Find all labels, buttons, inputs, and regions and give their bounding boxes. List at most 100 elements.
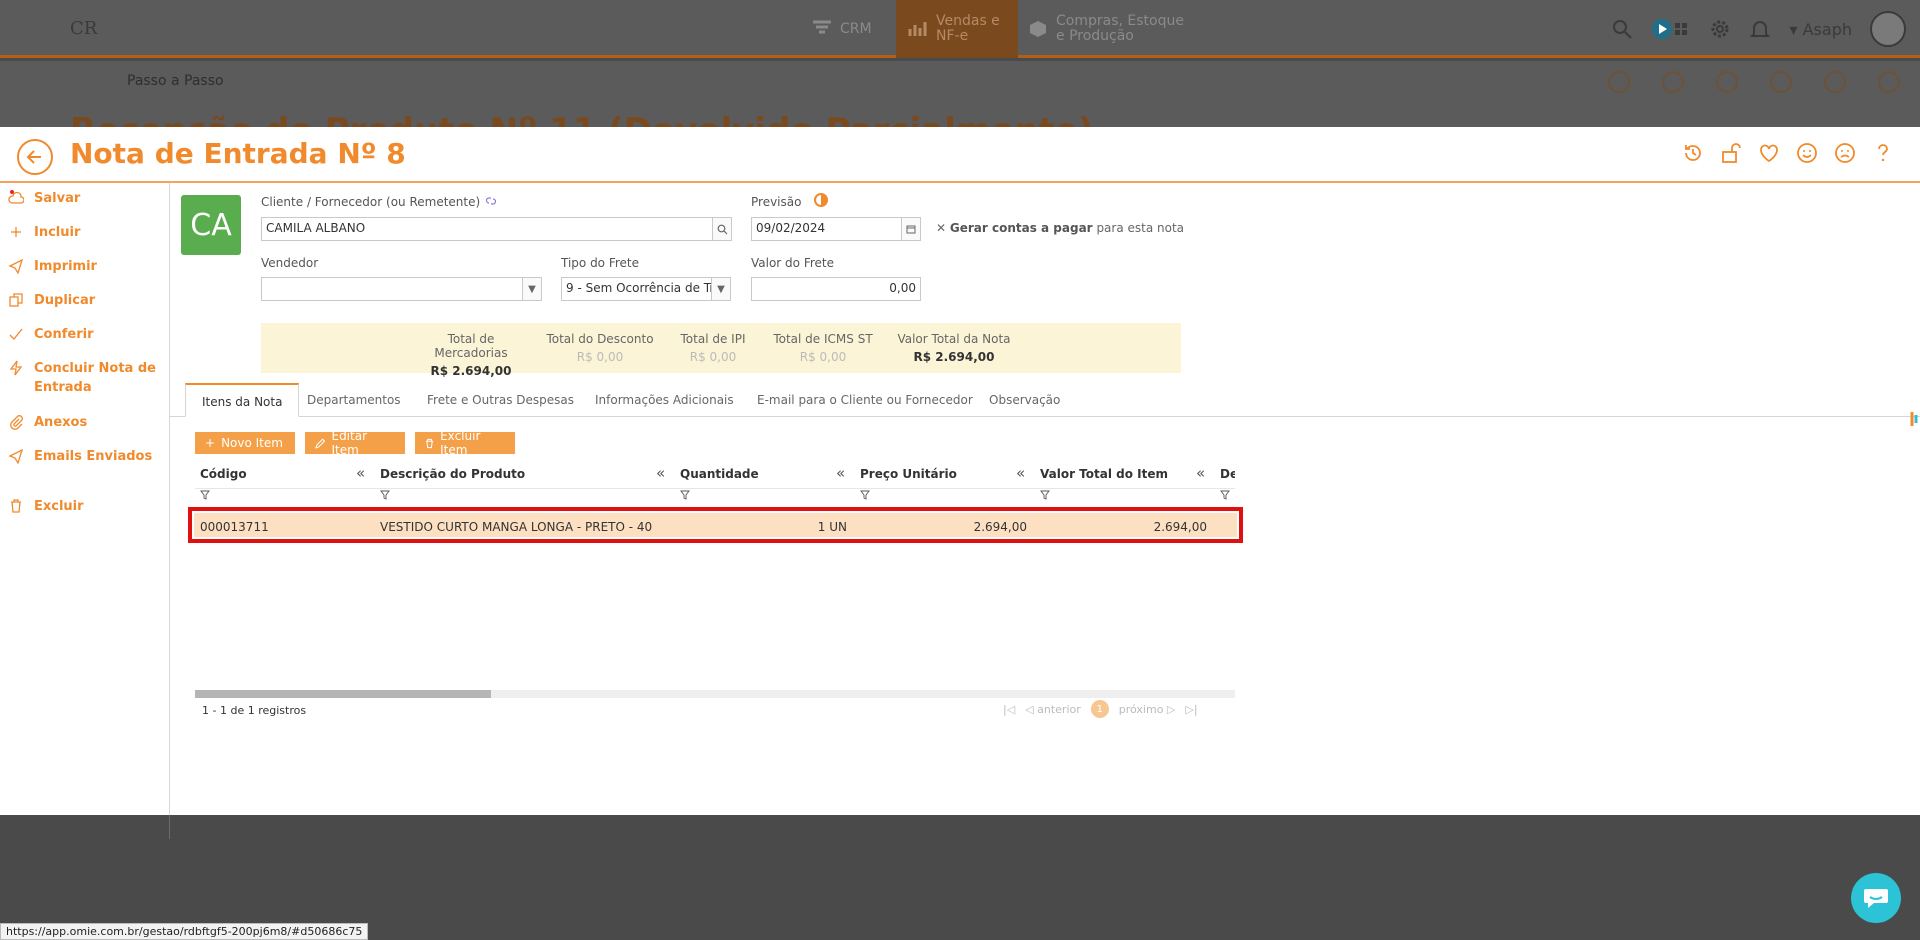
half-circle-icon[interactable] — [814, 193, 828, 207]
novo-item-button[interactable]: + Novo Item — [195, 432, 295, 454]
unlock-icon[interactable] — [1720, 142, 1742, 164]
frete-label: Tipo do Frete — [561, 256, 640, 270]
next-page-label: próximo — [1118, 702, 1164, 716]
app-logo: CR — [70, 18, 98, 39]
tab-informacoes-adicionais[interactable]: Informações Adicionais — [579, 383, 750, 417]
previsao-input[interactable]: 09/02/2024 — [751, 217, 911, 241]
bg-face-icon — [1824, 71, 1846, 93]
total-value: R$ 0,00 — [576, 350, 624, 364]
background-page-title: Recepção do Produto Nº 11 (Devolvido Par… — [70, 111, 1093, 127]
filter-icon[interactable] — [1220, 490, 1230, 500]
filter-icon[interactable] — [1040, 490, 1050, 500]
filter-icon[interactable] — [680, 490, 690, 500]
cell-descricao: VESTIDO CURTO MANGA LONGA - PRETO - 40 — [380, 520, 653, 534]
side-widget-icon[interactable] — [1908, 411, 1920, 427]
sidebar-item-conferir[interactable]: Conferir — [0, 325, 169, 359]
filter-icon[interactable] — [200, 490, 210, 500]
back-button[interactable] — [17, 139, 53, 175]
gear-icon[interactable] — [1709, 18, 1731, 40]
last-page-icon[interactable]: ▷| — [1185, 703, 1197, 716]
chat-button[interactable] — [1851, 873, 1901, 923]
nav-crm[interactable]: CRM — [800, 0, 884, 58]
gerar-contas-link[interactable]: ✕ Gerar contas a pagar para esta nota — [936, 221, 1184, 235]
heart-icon[interactable] — [1758, 142, 1780, 164]
help-icon[interactable] — [1872, 142, 1894, 164]
collapse-column-icon[interactable]: « — [1016, 464, 1025, 482]
cliente-search-button[interactable] — [712, 217, 732, 241]
sidebar-item-label: Imprimir — [34, 259, 97, 274]
collapse-column-icon[interactable]: « — [656, 464, 665, 482]
sidebar-item-incluir[interactable]: Incluir — [0, 223, 169, 257]
collapse-column-icon[interactable]: « — [1196, 464, 1205, 482]
sidebar-item-imprimir[interactable]: Imprimir — [0, 257, 169, 291]
cliente-input[interactable]: CAMILA ALBANO — [261, 217, 716, 241]
excluir-item-label: Excluir Item — [440, 429, 481, 457]
table-row[interactable]: 000013711 VESTIDO CURTO MANGA LONGA - PR… — [188, 507, 1243, 543]
tab-bar: Itens da Nota Departamentos Frete e Outr… — [170, 383, 1920, 417]
tab-departamentos[interactable]: Departamentos — [291, 383, 417, 417]
valor-frete-input[interactable]: 0,00 — [751, 277, 921, 301]
sidebar-item-duplicar[interactable]: Duplicar — [0, 291, 169, 325]
smile-icon[interactable] — [1796, 142, 1818, 164]
prev-page-button[interactable]: ◁ anterior — [1025, 703, 1081, 716]
column-header-quantidade[interactable]: Quantidade — [680, 467, 759, 481]
arrow-left-icon — [26, 150, 41, 164]
frete-dropdown-button[interactable]: ▼ — [711, 277, 731, 301]
sidebar-item-concluir[interactable]: Concluir Nota de Entrada — [0, 359, 169, 413]
search-icon[interactable] — [1611, 18, 1633, 40]
editar-item-label: Editar Item — [331, 429, 368, 457]
collapse-column-icon[interactable]: « — [836, 464, 845, 482]
sidebar-item-excluir[interactable]: Excluir — [0, 497, 169, 531]
tab-itens-da-nota[interactable]: Itens da Nota — [185, 383, 300, 417]
filter-icon[interactable] — [860, 490, 870, 500]
calendar-icon — [906, 225, 916, 234]
user-name: Asaph — [1802, 19, 1852, 39]
sidebar-item-label: Anexos — [34, 415, 88, 430]
grid-horizontal-scrollbar[interactable] — [195, 690, 1235, 698]
column-header-truncated[interactable]: De — [1220, 467, 1235, 481]
history-icon[interactable] — [1682, 142, 1704, 164]
plus-icon — [11, 227, 21, 237]
sidebar-item-anexos[interactable]: Anexos — [0, 413, 169, 447]
bell-icon[interactable] — [1749, 18, 1771, 40]
column-header-codigo[interactable]: Código — [200, 467, 247, 481]
column-header-descricao[interactable]: Descrição do Produto — [380, 467, 525, 481]
tab-frete-outras-despesas[interactable]: Frete e Outras Despesas — [411, 383, 590, 417]
link-icon[interactable] — [484, 196, 498, 206]
total-value: R$ 0,00 — [799, 350, 847, 364]
tab-email-cliente-fornecedor[interactable]: E-mail para o Cliente ou Fornecedor — [741, 383, 989, 417]
gerar-rest: para esta nota — [1096, 221, 1185, 235]
bolt-icon — [9, 360, 23, 376]
filter-icon[interactable] — [380, 490, 390, 500]
nota-entrada-modal: Nota de Entrada Nº 8 Salvar Incluir Impr… — [0, 127, 1920, 815]
paperclip-icon — [10, 415, 23, 430]
vendedor-dropdown-button[interactable]: ▼ — [522, 277, 542, 301]
first-page-icon[interactable]: |◁ — [1003, 703, 1015, 716]
breadcrumb[interactable]: Passo a Passo — [127, 73, 224, 89]
user-menu[interactable]: ▾ Asaph — [1789, 20, 1852, 39]
user-avatar[interactable] — [1870, 11, 1906, 47]
vendedor-select[interactable] — [261, 277, 526, 301]
collapse-column-icon[interactable]: « — [356, 464, 365, 482]
nav-compras-label: Compras, Estoque e Produção — [1056, 13, 1184, 44]
sidebar-item-salvar[interactable]: Salvar — [0, 189, 169, 223]
current-page[interactable]: 1 — [1090, 700, 1109, 718]
next-page-button[interactable]: próximo ▷ — [1119, 703, 1176, 716]
nav-compras[interactable]: Compras, Estoque e Produção — [1016, 0, 1198, 58]
nav-vendas[interactable]: Vendas e NF-e — [896, 0, 1018, 58]
excluir-item-button[interactable]: Excluir Item — [415, 429, 515, 457]
calendar-button[interactable] — [901, 217, 921, 241]
sidebar-item-label: Emails Enviados — [34, 449, 153, 464]
column-header-preco-unitario[interactable]: Preço Unitário — [860, 467, 957, 481]
scrollbar-thumb[interactable] — [195, 690, 491, 698]
sidebar-item-emails[interactable]: Emails Enviados — [0, 447, 169, 481]
funnel-icon — [813, 20, 831, 34]
gerar-bold: Gerar contas a pagar — [949, 221, 1093, 235]
previsao-label: Previsão — [751, 195, 802, 209]
tab-observacao[interactable]: Observação — [973, 383, 1076, 417]
play-apps-icon[interactable] — [1651, 18, 1691, 40]
frete-select[interactable]: 9 - Sem Ocorrência de Tra — [561, 277, 717, 301]
editar-item-button[interactable]: Editar Item — [305, 429, 405, 457]
column-header-valor-total[interactable]: Valor Total do Item — [1040, 467, 1168, 481]
neutral-face-icon[interactable] — [1834, 142, 1856, 164]
